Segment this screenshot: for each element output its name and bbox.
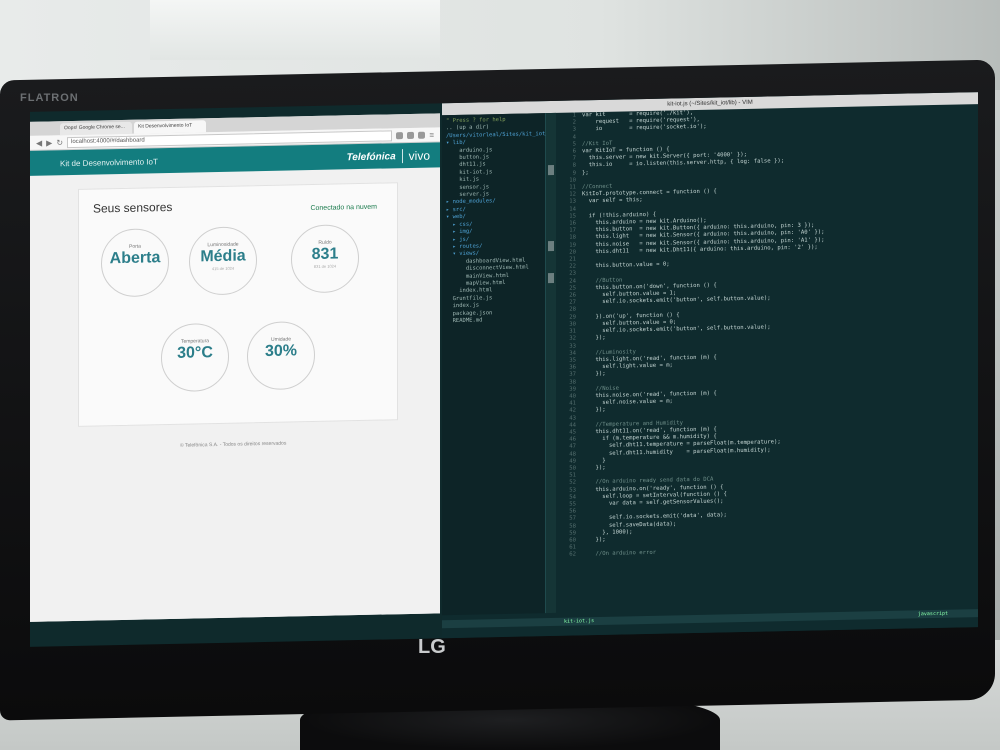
gauge-humidity: Umidade 30% — [247, 320, 315, 391]
code-text: this.button.value = 0; — [582, 261, 670, 270]
code-text: }); — [582, 407, 606, 414]
forward-icon[interactable]: ▶ — [46, 138, 52, 147]
back-icon[interactable]: ◀ — [36, 138, 42, 147]
file-tree[interactable]: " Press ? for help.. (up a dir)/Users/vi… — [442, 113, 549, 616]
code-text: }); — [582, 536, 606, 544]
status-filetype: javascript — [917, 610, 948, 618]
reload-icon[interactable]: ↻ — [56, 138, 63, 147]
code-text: var self = this; — [582, 197, 643, 205]
status-filename: kit-iot.js — [564, 618, 595, 625]
extension-icon[interactable] — [418, 131, 426, 139]
gauge-value: 30% — [264, 342, 298, 361]
browser-tab[interactable]: Oops! Google Chrome se... — [60, 121, 132, 136]
monitor-brand-label: FLATRON — [20, 92, 79, 104]
logo-separator — [401, 149, 403, 164]
code-text: }); — [582, 335, 606, 342]
dashboard-content: Seus sensores Conectado na nuvem Porta A… — [30, 167, 440, 622]
code-text: //Noise — [582, 385, 620, 393]
gauge-value: 831 — [311, 245, 339, 264]
code-text: io = require('socket.io'); — [582, 124, 707, 133]
file-tree-item[interactable]: README.md — [446, 316, 541, 325]
code-text: } — [582, 457, 606, 465]
lg-logo: LG — [418, 636, 446, 658]
gauge-luminosity: Luminosidade Média 415 de 1024 — [189, 226, 257, 296]
code-editor[interactable]: 1 var kit = require('./kit'), 2 request = … — [558, 104, 978, 613]
connection-status: Conectado na nuvem — [310, 203, 377, 213]
monitor-screen: Oops! Google Chrome se... Kit Desenvolvi… — [30, 92, 978, 647]
sensors-card: Seus sensores Conectado na nuvem Porta A… — [78, 182, 398, 427]
gauge-sub: 831 de 1024 — [313, 263, 337, 269]
app-title: Kit de Desenvolvimento IoT — [60, 156, 158, 168]
brand-logos: Telefónica vivo — [347, 149, 430, 165]
menu-icon[interactable]: ≡ — [429, 130, 434, 139]
code-text: self.noise.value = m; — [582, 398, 673, 407]
vim-window: kit-iot.js (~/Sites/kit_iot/lib) - VIM "… — [442, 92, 978, 639]
code-text: //Connect — [582, 183, 613, 191]
code-text: }); — [582, 464, 606, 472]
code-text: //Button — [582, 277, 623, 285]
vivo-logo: vivo — [408, 148, 430, 163]
extension-icon[interactable] — [396, 131, 404, 139]
gutter-mark — [548, 240, 554, 252]
gutter-mark — [548, 164, 554, 176]
gauge-value: 30°C — [177, 344, 213, 362]
gutter-mark — [548, 272, 554, 284]
sign-gutter — [546, 112, 556, 614]
code-text: self.light.value = m; — [582, 362, 673, 371]
code-text: //Luminosity — [582, 348, 636, 357]
sensors-title: Seus sensores — [93, 199, 173, 216]
line-number: 62 — [569, 551, 576, 559]
footer-text: © Telefônica S.A. - Todos os direitos re… — [180, 440, 287, 449]
code-text: self.saveData(data); — [582, 520, 677, 529]
code-text: }, 1000); — [582, 529, 633, 537]
code-text: //Kit IoT — [582, 140, 613, 148]
browser-tab-active[interactable]: Kit Desenvolvimento IoT — [134, 120, 206, 134]
telefonica-logo: Telefónica — [346, 150, 396, 163]
code-text: }); — [582, 371, 606, 378]
gauge-noise: Ruído 831 831 de 1024 — [291, 224, 359, 294]
gauge-temperature: Temperatura 30°C — [161, 322, 229, 393]
window-light — [150, 0, 440, 60]
code-text: //On arduino error — [582, 550, 657, 558]
gauge-value: Aberta — [109, 249, 161, 268]
gauge-door: Porta Aberta — [101, 228, 169, 298]
gauge-value: Média — [200, 247, 246, 266]
code-text: }; — [582, 169, 589, 176]
browser-window: Oops! Google Chrome se... Kit Desenvolvi… — [30, 113, 440, 622]
extension-icon[interactable] — [407, 131, 415, 139]
code-text: if (!this.arduino) { — [582, 211, 657, 220]
